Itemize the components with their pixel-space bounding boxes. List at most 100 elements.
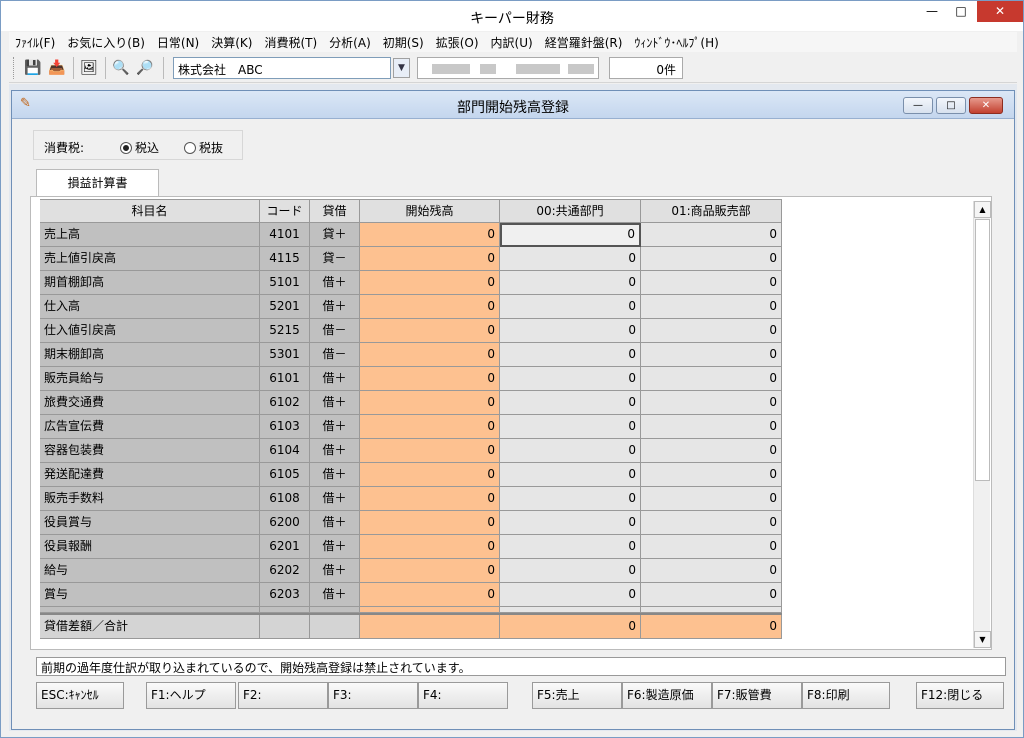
cell-dept01[interactable]: 0 — [641, 535, 782, 559]
cell-start-balance[interactable]: 0 — [360, 559, 500, 583]
cell-dept01[interactable]: 0 — [641, 511, 782, 535]
menu-initial[interactable]: 初期(S) — [377, 34, 430, 51]
cell-dept01[interactable]: 0 — [641, 583, 782, 607]
cell-dept01[interactable]: 0 — [641, 367, 782, 391]
save-icon[interactable]: 💾 — [23, 58, 43, 78]
f1-help-button[interactable]: F1:ヘルプ — [146, 682, 236, 709]
cell-start-balance[interactable]: 0 — [360, 343, 500, 367]
cell-dept00[interactable]: 0 — [500, 223, 641, 247]
cell-dept00[interactable]: 0 — [500, 271, 641, 295]
f12-close-button[interactable]: F12:閉じる — [916, 682, 1004, 709]
table-row[interactable]: 発送配達費 6105 借＋ 0 0 0 — [40, 463, 782, 487]
cell-start-balance[interactable]: 0 — [360, 367, 500, 391]
cell-dept01[interactable]: 0 — [641, 559, 782, 583]
cell-dept00[interactable]: 0 — [500, 415, 641, 439]
col-header-code[interactable]: コード — [260, 200, 310, 223]
cell-start-balance[interactable]: 0 — [360, 511, 500, 535]
toolbar-grip[interactable] — [13, 57, 16, 79]
cell-dept00[interactable]: 0 — [500, 535, 641, 559]
cell-dept01[interactable]: 0 — [641, 463, 782, 487]
cell-start-balance[interactable]: 0 — [360, 223, 500, 247]
cell-dept00[interactable]: 0 — [500, 487, 641, 511]
cell-dept01[interactable]: 0 — [641, 439, 782, 463]
menu-tax[interactable]: 消費税(T) — [258, 34, 323, 51]
f8-print-button[interactable]: F8:印刷 — [802, 682, 890, 709]
company-select[interactable]: 株式会社 ABC — [173, 57, 391, 79]
zoom-in-icon[interactable]: 🔍 — [111, 58, 131, 78]
table-row[interactable]: 仕入値引戻高 5215 借－ 0 0 0 — [40, 319, 782, 343]
col-header-account[interactable]: 科目名 — [40, 200, 260, 223]
table-row[interactable]: 仕入高 5201 借＋ 0 0 0 — [40, 295, 782, 319]
cell-start-balance[interactable]: 0 — [360, 391, 500, 415]
cell-dept01[interactable]: 0 — [641, 247, 782, 271]
cell-dept00[interactable]: 0 — [500, 439, 641, 463]
cell-start-balance[interactable]: 0 — [360, 271, 500, 295]
table-row[interactable]: 役員賞与 6200 借＋ 0 0 0 — [40, 511, 782, 535]
scroll-up-icon[interactable]: ▲ — [974, 201, 991, 218]
cell-dept00[interactable]: 0 — [500, 367, 641, 391]
child-close-button[interactable]: ✕ — [969, 97, 1003, 114]
f6-manufacturing-button[interactable]: F6:製造原価 — [622, 682, 712, 709]
esc-cancel-button[interactable]: ESC:ｷｬﾝｾﾙ — [36, 682, 124, 709]
cell-start-balance[interactable]: 0 — [360, 295, 500, 319]
cell-dept00[interactable]: 0 — [500, 463, 641, 487]
cell-dept01[interactable]: 0 — [641, 295, 782, 319]
image-icon[interactable]: 🖼 — [79, 58, 99, 78]
table-row[interactable]: 給与 6202 借＋ 0 0 0 — [40, 559, 782, 583]
table-row[interactable]: 販売手数料 6108 借＋ 0 0 0 — [40, 487, 782, 511]
scroll-down-icon[interactable]: ▼ — [974, 631, 991, 648]
cell-dept01[interactable]: 0 — [641, 487, 782, 511]
zoom-out-icon[interactable]: 🔎 — [135, 58, 155, 78]
cell-start-balance[interactable]: 0 — [360, 415, 500, 439]
table-row[interactable]: 旅費交通費 6102 借＋ 0 0 0 — [40, 391, 782, 415]
menu-breakdown[interactable]: 内訳(U) — [485, 34, 539, 51]
cell-dept01[interactable]: 0 — [641, 391, 782, 415]
tab-income-statement[interactable]: 損益計算書 — [36, 169, 159, 197]
chevron-down-icon[interactable]: ▼ — [393, 58, 410, 78]
child-maximize-button[interactable]: □ — [936, 97, 966, 114]
cell-dept01[interactable]: 0 — [641, 415, 782, 439]
cell-dept00[interactable]: 0 — [500, 511, 641, 535]
radio-tax-excluded[interactable]: 税抜 — [184, 139, 223, 156]
radio-tax-included[interactable]: 税込 — [120, 139, 159, 156]
f7-sga-button[interactable]: F7:販管費 — [712, 682, 802, 709]
table-row[interactable]: 期首棚卸高 5101 借＋ 0 0 0 — [40, 271, 782, 295]
cell-start-balance[interactable]: 0 — [360, 319, 500, 343]
f4-button[interactable]: F4: — [418, 682, 508, 709]
f5-sales-button[interactable]: F5:売上 — [532, 682, 622, 709]
cell-start-balance[interactable]: 0 — [360, 535, 500, 559]
table-row[interactable]: 期末棚卸高 5301 借－ 0 0 0 — [40, 343, 782, 367]
vertical-scrollbar[interactable]: ▲ ▼ — [973, 201, 991, 648]
child-minimize-button[interactable]: — — [903, 97, 933, 114]
menu-favorites[interactable]: お気に入り(B) — [61, 34, 151, 51]
cell-dept00[interactable]: 0 — [500, 319, 641, 343]
close-button[interactable]: ✕ — [977, 1, 1023, 22]
table-row[interactable]: 販売員給与 6101 借＋ 0 0 0 — [40, 367, 782, 391]
menu-compass[interactable]: 経営羅針盤(R) — [539, 34, 629, 51]
menu-window-help[interactable]: ｳｨﾝﾄﾞｳ･ﾍﾙﾌﾟ(H) — [628, 34, 724, 51]
minimize-button[interactable]: — — [919, 1, 945, 22]
cell-dept00[interactable]: 0 — [500, 295, 641, 319]
maximize-button[interactable]: □ — [948, 1, 974, 22]
cell-dept01[interactable]: 0 — [641, 343, 782, 367]
cell-start-balance[interactable]: 0 — [360, 463, 500, 487]
table-row[interactable]: 売上高 4101 貸＋ 0 0 0 — [40, 223, 782, 247]
cell-dept01[interactable]: 0 — [641, 319, 782, 343]
col-header-start[interactable]: 開始残高 — [360, 200, 500, 223]
f3-button[interactable]: F3: — [328, 682, 418, 709]
cell-start-balance[interactable]: 0 — [360, 247, 500, 271]
cell-dept01[interactable]: 0 — [641, 271, 782, 295]
cell-dept00[interactable]: 0 — [500, 583, 641, 607]
col-header-dept01[interactable]: 01:商品販売部 — [641, 200, 782, 223]
menu-closing[interactable]: 決算(K) — [205, 34, 258, 51]
cell-dept00[interactable]: 0 — [500, 559, 641, 583]
cell-start-balance[interactable]: 0 — [360, 583, 500, 607]
table-row[interactable]: 容器包装費 6104 借＋ 0 0 0 — [40, 439, 782, 463]
cell-start-balance[interactable]: 0 — [360, 487, 500, 511]
col-header-dept00[interactable]: 00:共通部門 — [500, 200, 641, 223]
menu-extension[interactable]: 拡張(O) — [430, 34, 485, 51]
col-header-dc[interactable]: 貸借 — [310, 200, 360, 223]
menu-analysis[interactable]: 分析(A) — [323, 34, 377, 51]
cell-dept00[interactable]: 0 — [500, 391, 641, 415]
table-row[interactable]: 広告宣伝費 6103 借＋ 0 0 0 — [40, 415, 782, 439]
